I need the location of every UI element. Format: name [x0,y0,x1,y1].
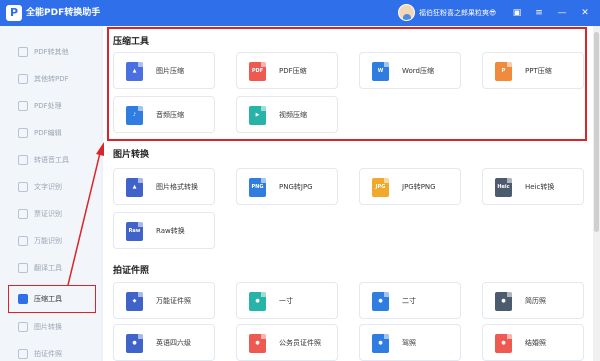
card-two-inch[interactable]: ● 二寸 [359,282,461,319]
sidebar-item-universal-ocr[interactable]: 万能识别 [10,229,96,253]
card-universal-id-photo[interactable]: ◆ 万能证件照 [113,282,215,319]
minimize-icon[interactable]: — [555,6,569,20]
sidebar-item-pdf-to-other[interactable]: PDF转其他 [10,40,96,64]
ticket-icon [18,209,28,219]
card-cet-photo[interactable]: ● 英语四六级 [113,324,215,361]
image-format-icon: ▲ [126,178,143,197]
translate-icon [18,263,28,273]
close-icon[interactable]: ✕ [578,6,592,20]
card-civil-servant-photo[interactable]: ● 公务员证件照 [236,324,338,361]
card-label: 简历照 [525,297,546,305]
heic-icon: Heic [495,178,512,197]
sidebar-item-pdf-edit[interactable]: PDF编辑 [10,121,96,145]
resume-photo-icon: ● [495,292,512,311]
sidebar-item-ticket-ocr[interactable]: 票证识别 [10,202,96,226]
card-heic-convert[interactable]: Heic Heic转换 [482,168,584,205]
sidebar-item-label: 拍证件照 [34,350,62,358]
app-icon[interactable]: ▣ [510,6,524,20]
civil-servant-photo-icon: ● [249,334,266,353]
section-title-id-photo: 拍证件照 [113,266,150,276]
card-label: 万能证件照 [156,297,191,305]
user-name[interactable]: 福伯狂粉喜之郎果粒爽😎 [419,7,496,19]
sidebar-item-speech[interactable]: 转语音工具 [10,148,96,172]
one-inch-icon: ● [249,292,266,311]
driver-license-photo-icon: ● [372,334,389,353]
sidebar-item-image-convert[interactable]: 图片转换 [10,315,96,339]
sidebar-item-label: PDF编辑 [34,129,62,137]
sidebar-item-label: 文字识别 [34,183,62,191]
sidebar-item-label: 票证识别 [34,210,62,218]
card-label: 驾照 [402,339,416,347]
wedding-photo-icon: ● [495,334,512,353]
sidebar-item-label: 转语音工具 [34,156,69,164]
title-bar: P 全能PDF转换助手 福伯狂粉喜之郎果粒爽😎 ▣ ≡ — ✕ [0,0,600,26]
png-icon: PNG [249,178,266,197]
sidebar-item-label: 翻译工具 [34,264,62,272]
card-wedding-photo[interactable]: ● 结婚照 [482,324,584,361]
pdf-process-icon [18,101,28,111]
card-label: PNG转JPG [279,183,313,191]
card-label: 公务员证件照 [279,339,321,347]
image-icon [18,322,28,332]
sidebar-highlight-box [8,285,96,313]
card-png-to-jpg[interactable]: PNG PNG转JPG [236,168,338,205]
two-inch-icon: ● [372,292,389,311]
card-label: 一寸 [279,297,293,305]
pdf-edit-icon [18,128,28,138]
avatar[interactable] [398,4,415,21]
sidebar-item-label: PDF处理 [34,102,62,110]
card-label: 二寸 [402,297,416,305]
camera-icon [18,349,28,359]
card-label: Heic转换 [525,183,555,191]
card-label: Raw转换 [156,227,185,235]
sidebar-item-label: 其他转PDF [34,75,69,83]
cet-photo-icon: ● [126,334,143,353]
scrollbar-thumb[interactable] [594,32,599,232]
compress-section-highlight-box [107,27,587,141]
card-raw-convert[interactable]: Raw Raw转换 [113,212,215,249]
app-logo: P [6,5,22,21]
jpg-icon: JPG [372,178,389,197]
card-jpg-to-png[interactable]: JPG JPG转PNG [359,168,461,205]
sidebar-item-other-to-pdf[interactable]: 其他转PDF [10,67,96,91]
card-label: 图片格式转换 [156,183,198,191]
file-convert-icon [18,74,28,84]
raw-icon: Raw [126,222,143,241]
pdf-convert-icon [18,47,28,57]
ocr-icon [18,182,28,192]
card-image-format-convert[interactable]: ▲ 图片格式转换 [113,168,215,205]
card-resume-photo[interactable]: ● 简历照 [482,282,584,319]
sidebar-item-pdf-process[interactable]: PDF处理 [10,94,96,118]
sidebar-item-ocr[interactable]: 文字识别 [10,175,96,199]
sidebar-item-label: 万能识别 [34,237,62,245]
menu-icon[interactable]: ≡ [532,6,546,20]
sidebar-item-id-photo[interactable]: 拍证件照 [10,342,96,361]
sidebar-item-translate[interactable]: 翻译工具 [10,256,96,280]
scan-icon [18,236,28,246]
card-label: JPG转PNG [402,183,436,191]
card-label: 结婚照 [525,339,546,347]
card-label: 英语四六级 [156,339,191,347]
sidebar-item-label: PDF转其他 [34,48,69,56]
speech-icon [18,155,28,165]
card-driver-license-photo[interactable]: ● 驾照 [359,324,461,361]
sidebar-item-label: 图片转换 [34,323,62,331]
app-title: 全能PDF转换助手 [26,8,101,18]
section-title-image-convert: 图片转换 [113,150,150,160]
id-photo-icon: ◆ [126,292,143,311]
card-one-inch[interactable]: ● 一寸 [236,282,338,319]
scrollbar[interactable] [593,26,600,361]
